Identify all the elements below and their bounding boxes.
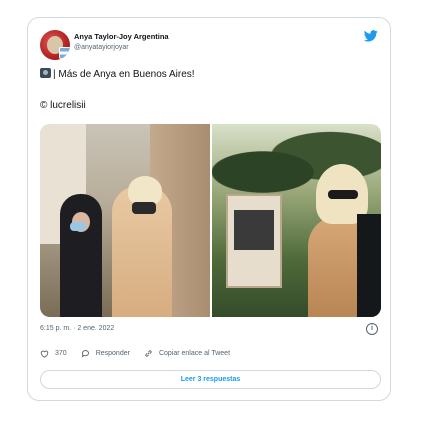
camera-emoji-icon bbox=[40, 68, 51, 78]
heart-icon bbox=[40, 350, 49, 358]
account-name[interactable]: Anya Taylor-Joy Argentina bbox=[74, 32, 169, 41]
media-grid bbox=[40, 124, 381, 317]
twitter-bird-icon[interactable] bbox=[364, 30, 378, 42]
read-replies-button[interactable]: Leer 3 respuestas bbox=[40, 370, 381, 389]
copy-link-label: Copiar enlace al Tweet bbox=[158, 350, 231, 357]
tweet-timestamp[interactable]: 6:15 p. m. · 2 ene. 2022 bbox=[40, 325, 114, 332]
like-count: 370 bbox=[55, 350, 67, 357]
tweet-photo-1[interactable] bbox=[40, 124, 210, 317]
tweet-photo-2[interactable] bbox=[211, 124, 381, 317]
account-avatar[interactable] bbox=[40, 30, 70, 60]
tweet-text: | Más de Anya en Buenos Aires! bbox=[40, 68, 195, 81]
tweet-actions: 370 Responder Copiar enlace al Tweet bbox=[40, 349, 244, 358]
photo-credit: © lucrelisii bbox=[40, 100, 86, 111]
tweet-text-body: | Más de Anya en Buenos Aires! bbox=[53, 69, 195, 80]
embedded-tweet-card: Anya Taylor-Joy Argentina @anyatayiorjoy… bbox=[27, 17, 391, 401]
link-icon bbox=[145, 350, 152, 357]
copy-link-button[interactable]: Copiar enlace al Tweet bbox=[144, 349, 230, 358]
reply-icon bbox=[81, 350, 89, 358]
account-handle[interactable]: @anyatayiorjoyar bbox=[74, 44, 129, 51]
info-icon[interactable]: i bbox=[366, 323, 378, 335]
argentina-flag-icon bbox=[59, 47, 70, 59]
like-button[interactable]: 370 bbox=[40, 350, 67, 358]
reply-label: Responder bbox=[95, 350, 130, 357]
reply-button[interactable]: Responder bbox=[81, 349, 130, 358]
